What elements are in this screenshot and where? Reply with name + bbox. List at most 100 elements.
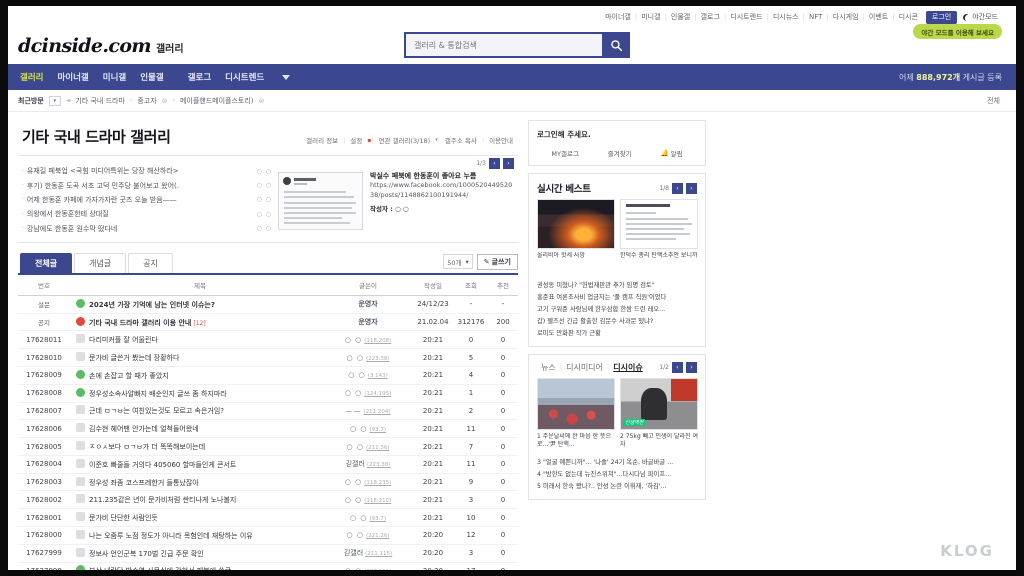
breadcrumb-close-icon-1[interactable]: ⊜ (162, 97, 168, 105)
post-title-link[interactable]: 2024년 가장 기억에 남는 인터넷 이슈는? (89, 301, 215, 309)
breadcrumb-item-1[interactable]: 중고자 (137, 96, 156, 106)
post-title-link[interactable]: 문가비 글쓴거 봤는데 장황하다 (89, 354, 179, 362)
cell-writer[interactable]: ○ ○ (118.235) (324, 473, 412, 492)
cell-post-title[interactable]: 부산 내란당 박수영 사무실에 갖혀서 페북에 쓴글 (70, 562, 324, 570)
notice-preview[interactable]: 박실수 페북에 한동훈이 좋아요 누름 https://www.facebook… (278, 162, 514, 236)
cell-post-title[interactable]: 문가비 글쓴거 봤는데 장황하다 (70, 348, 324, 367)
best-next-button[interactable]: › (686, 182, 697, 194)
utility-link-person[interactable]: 인물갤 (667, 12, 694, 22)
cell-post-title[interactable]: 2024년 가장 기억에 남는 인터넷 이슈는? (70, 295, 324, 314)
cell-post-title[interactable]: 문가비 단단한 사람인듯 (70, 508, 324, 528)
cell-writer[interactable]: 긷갤러 (223.38) (324, 455, 412, 474)
cell-post-title[interactable]: 손에 손잡고 할 때가 좋았지 (70, 366, 324, 385)
table-row[interactable]: 17628009 손에 손잡고 할 때가 좋았지 ○ ○ (3.143) 20:21 4 0 (18, 366, 518, 385)
breadcrumb-close-all[interactable]: 전체 (987, 96, 1000, 106)
news-prev-button[interactable]: ‹ (672, 361, 683, 373)
search-input[interactable] (414, 40, 606, 50)
cell-writer[interactable]: ○ ○ (223.38) (324, 348, 412, 367)
cell-post-title[interactable]: 정우성소속사알빠지 배순인지 글쓰 좀 하지마라 (70, 384, 324, 403)
best-rank-item[interactable]: 고기 구워준 사람님께 한우삼합 한쌈 드린 레오... (537, 302, 697, 314)
cell-writer[interactable]: 운영자 (324, 313, 412, 332)
news-list-item[interactable]: 5 미래서 한숙 뫘나?.. 인성 논란 이휘재, '하김'... (537, 480, 697, 492)
cell-post-title[interactable]: 정보사 언인군복 170벌 긴급 주문 확인 (70, 544, 324, 563)
news-tab-news[interactable]: 뉴스 (537, 362, 560, 373)
post-title-link[interactable]: 문가비 단단한 사람인듯 (89, 514, 158, 522)
notice-item[interactable]: · 강남에도 한동훈 원수막 떴다네 ○ ○ (22, 222, 272, 236)
post-title-link[interactable]: 근데 ㅁㄱㅂ는 여친있는것도 모르고 속은거임? (89, 407, 224, 415)
table-row[interactable]: 17628003 정우성 좌좀 코스프레한거 들통났잖아 ○ ○ (118.235) 2… (18, 473, 518, 492)
cell-writer[interactable]: ○ ○ (124.195) (324, 384, 412, 403)
notice-prev-button[interactable]: ‹ (489, 158, 500, 169)
cell-writer[interactable]: 운영자 (324, 295, 412, 314)
cell-writer[interactable]: 긷갤러 (211.115) (324, 544, 412, 563)
utility-link-gallog[interactable]: 갤로그 (697, 12, 724, 22)
tab-notices[interactable]: 공지 (128, 252, 173, 273)
cell-writer[interactable]: ○ ○ (93.7) (324, 419, 412, 439)
chevron-down-icon[interactable] (282, 74, 291, 80)
news-list-item[interactable]: 3 "얼굴 예쁜니까"... '나솔' 24기 옥순, 바글바글 ... (537, 455, 697, 467)
table-row[interactable]: 17628008 정우성소속사알빠지 배순인지 글쓰 좀 하지마라 ○ ○ (124.… (18, 384, 518, 403)
write-post-button[interactable]: ✎ 글쓰기 (476, 253, 518, 270)
breadcrumb-dropdown-button[interactable]: ▾ (48, 95, 61, 106)
night-mode-toggle[interactable]: 야간모드 (963, 12, 998, 22)
nav-item-gallery[interactable]: 갤러리 (20, 71, 43, 83)
cell-writer[interactable]: ○ ○ (118.210) (324, 490, 412, 510)
utility-link-event[interactable]: 이벤트 (865, 12, 892, 22)
breadcrumb-item-2[interactable]: 메이플핸드메이플스토리) (180, 96, 254, 106)
post-title-link[interactable]: 기타 국내 드라마 갤러리 이용 안내 (89, 319, 191, 327)
post-title-link[interactable]: 김수현 헤어팬 안가는데 얼척들어왔네 (89, 425, 199, 433)
cell-post-title[interactable]: 김수현 헤어팬 안가는데 얼척들어왔네 (70, 419, 324, 439)
cell-post-title[interactable]: 나는 오줌루 노점 정도가 아니라 목험인데 재탕하는 이유 (70, 526, 324, 545)
news-tab-dcissue[interactable]: 디시이슈 (609, 362, 646, 373)
login-button[interactable]: 로그인 (925, 10, 958, 24)
cell-writer[interactable]: ○ ○ (93.7) (324, 508, 412, 528)
news-thumb-item[interactable]: 1 주운날씨에 한 마음 한 뜻으로...'尹 탄핵... (537, 377, 615, 450)
cell-post-title[interactable]: 다리미커플 잘 어울린다 (70, 330, 324, 350)
post-title-link[interactable]: 정우성 좌좀 코스프레한거 들통났잖아 (89, 479, 199, 487)
cell-writer[interactable]: ○ ○ (118.208) (324, 330, 412, 350)
cell-post-title[interactable]: 근데 ㅁㄱㅂ는 여친있는것도 모르고 속은거임? (70, 402, 324, 421)
page-size-select[interactable]: 50개 ▾ (443, 254, 473, 270)
nav-item-minor[interactable]: 마이너갤 (57, 71, 88, 83)
cell-writer[interactable]: —— (211.204) (324, 402, 412, 421)
notice-item[interactable]: · 의왕에서 한동훈한테 상대질 ○ ○ (22, 207, 272, 221)
nav-item-trend[interactable]: 디시트렌드 (225, 71, 264, 83)
copy-url-link[interactable]: 갤주소 복사 (440, 135, 482, 145)
related-galleries-link[interactable]: 연관 갤러리(3/18) (374, 135, 436, 145)
table-row[interactable]: 공지 기타 국내 드라마 갤러리 이용 안내 [12] 운영자 21.02.04 3121… (18, 313, 518, 332)
notice-item[interactable]: · 후기) 한동훈 도곡 서초 고덕 민주당 불어보고 왔어(. ○ ○ (22, 178, 272, 192)
utility-link-dccon[interactable]: 디시콘 (895, 12, 922, 22)
post-title-link[interactable]: 나는 오줌루 노점 정도가 아니라 목험인데 재탕하는 이유 (89, 532, 253, 540)
cell-post-title[interactable]: 211.235같은 년이 문가비처럼 싼티나게 노나볼지 (70, 490, 324, 510)
notice-next-button[interactable]: › (503, 158, 514, 169)
gallery-settings-link[interactable]: 설정 (345, 135, 367, 145)
tab-concept-posts[interactable]: 개념글 (74, 252, 127, 273)
table-row[interactable]: 17628001 문가비 단단한 사람인듯 ○ ○ (93.7) 20:21 10 0 (18, 508, 518, 528)
best-thumb-item[interactable]: 한덕수 총리 탄핵소추안 보니까 (620, 199, 698, 270)
table-row[interactable]: 17628000 나는 오줌루 노점 정도가 아니라 목험인데 재탕하는 이유 ○ … (18, 526, 518, 545)
news-thumb-item[interactable]: 인생역전 2 75kg 빼고 인생이 달라진 여자 (620, 377, 698, 450)
table-row[interactable]: 17628002 211.235같은 년이 문가비처럼 싼티나게 노나볼지 ○ ○(… (18, 490, 518, 510)
table-row[interactable]: 17628010 문가비 글쓴거 봤는데 장황하다 ○ ○ (223.38) 20:21… (18, 348, 518, 367)
notice-item[interactable]: · 유재길 페북업 <국힘 미디어특위는 당장 해산하라> ○ ○ (22, 164, 272, 178)
table-row[interactable]: 17628004 이준호 빠줄들 거의다 405060 할마들인게 콘서트 긷갤러(… (18, 455, 518, 474)
post-title-link[interactable]: 다리미커플 잘 어울린다 (89, 336, 158, 344)
utility-link-trend[interactable]: 디시트렌드 (726, 12, 766, 22)
best-rank-item[interactable]: 로미도 만화판 작가 근황 (537, 327, 697, 339)
notifications-link[interactable]: 🔔 알림 (661, 148, 683, 158)
nav-item-gallog[interactable]: 갤로그 (188, 71, 211, 83)
table-row[interactable]: 17627999 정보사 언인군복 170벌 긴급 주문 확인 긷갤러 (211.11… (18, 544, 518, 563)
cell-writer[interactable]: ○ ○ (3.143) (324, 366, 412, 385)
favorites-link[interactable]: 즐겨찾기 (608, 148, 632, 158)
post-title-link[interactable]: 정보사 언인군복 170벌 긴급 주문 확인 (89, 550, 204, 558)
post-title-link[interactable]: 211.235같은 년이 문가비처럼 싼티나게 노나볼지 (89, 496, 236, 504)
notice-item[interactable]: · 어제 한동훈 카페에 가자가자란 굿즈 오늘 받음—— ○ ○ (22, 193, 272, 207)
preview-url[interactable]: https://www.facebook.com/100052044952038… (370, 181, 514, 200)
post-title-link[interactable]: ㅈㅇㅅ보다 ㅁㄱㅂ가 더 똑똑해보이는데 (89, 443, 205, 451)
breadcrumb-arrow-icon[interactable]: ◄ (66, 97, 71, 104)
brand-logo[interactable]: dcinside.com 갤러리 (18, 35, 184, 57)
search-button[interactable] (602, 32, 630, 58)
nav-item-mini[interactable]: 미니갤 (103, 71, 126, 83)
best-rank-item[interactable]: 홍준표 여론조사비 업금자는 '풀 캠프 직원'이었다 (537, 290, 697, 302)
cell-writer[interactable]: ○ ○ (221.26) (324, 526, 412, 545)
